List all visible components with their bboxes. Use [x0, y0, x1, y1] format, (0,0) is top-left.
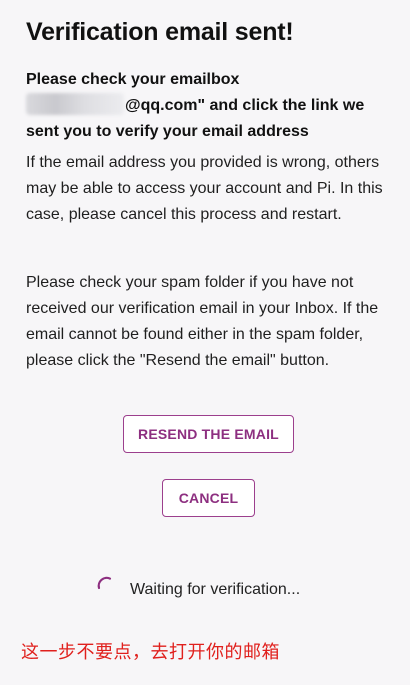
wrong-email-paragraph: If the email address you provided is wro… [26, 154, 383, 223]
page-title: Verification email sent! [26, 18, 294, 46]
loading-spinner-icon [97, 576, 112, 590]
waiting-status: Waiting for verification... [96, 575, 300, 605]
notice-line-start: Please check your emailbox [26, 71, 240, 88]
waiting-text: Waiting for verification... [130, 581, 301, 598]
check-email-notice: Please check your emailbox @qq.com" and … [26, 67, 390, 145]
spam-folder-paragraph: Please check your spam folder if you hav… [26, 274, 379, 369]
resend-email-button[interactable]: RESEND THE EMAIL [123, 415, 294, 453]
cancel-button[interactable]: CANCEL [162, 479, 255, 517]
redacted-email-blur [26, 93, 124, 115]
verification-screen: Verification email sent! Please check yo… [0, 0, 410, 685]
red-annotation-note: 这一步不要点，去打开你的邮箱 [21, 642, 280, 663]
